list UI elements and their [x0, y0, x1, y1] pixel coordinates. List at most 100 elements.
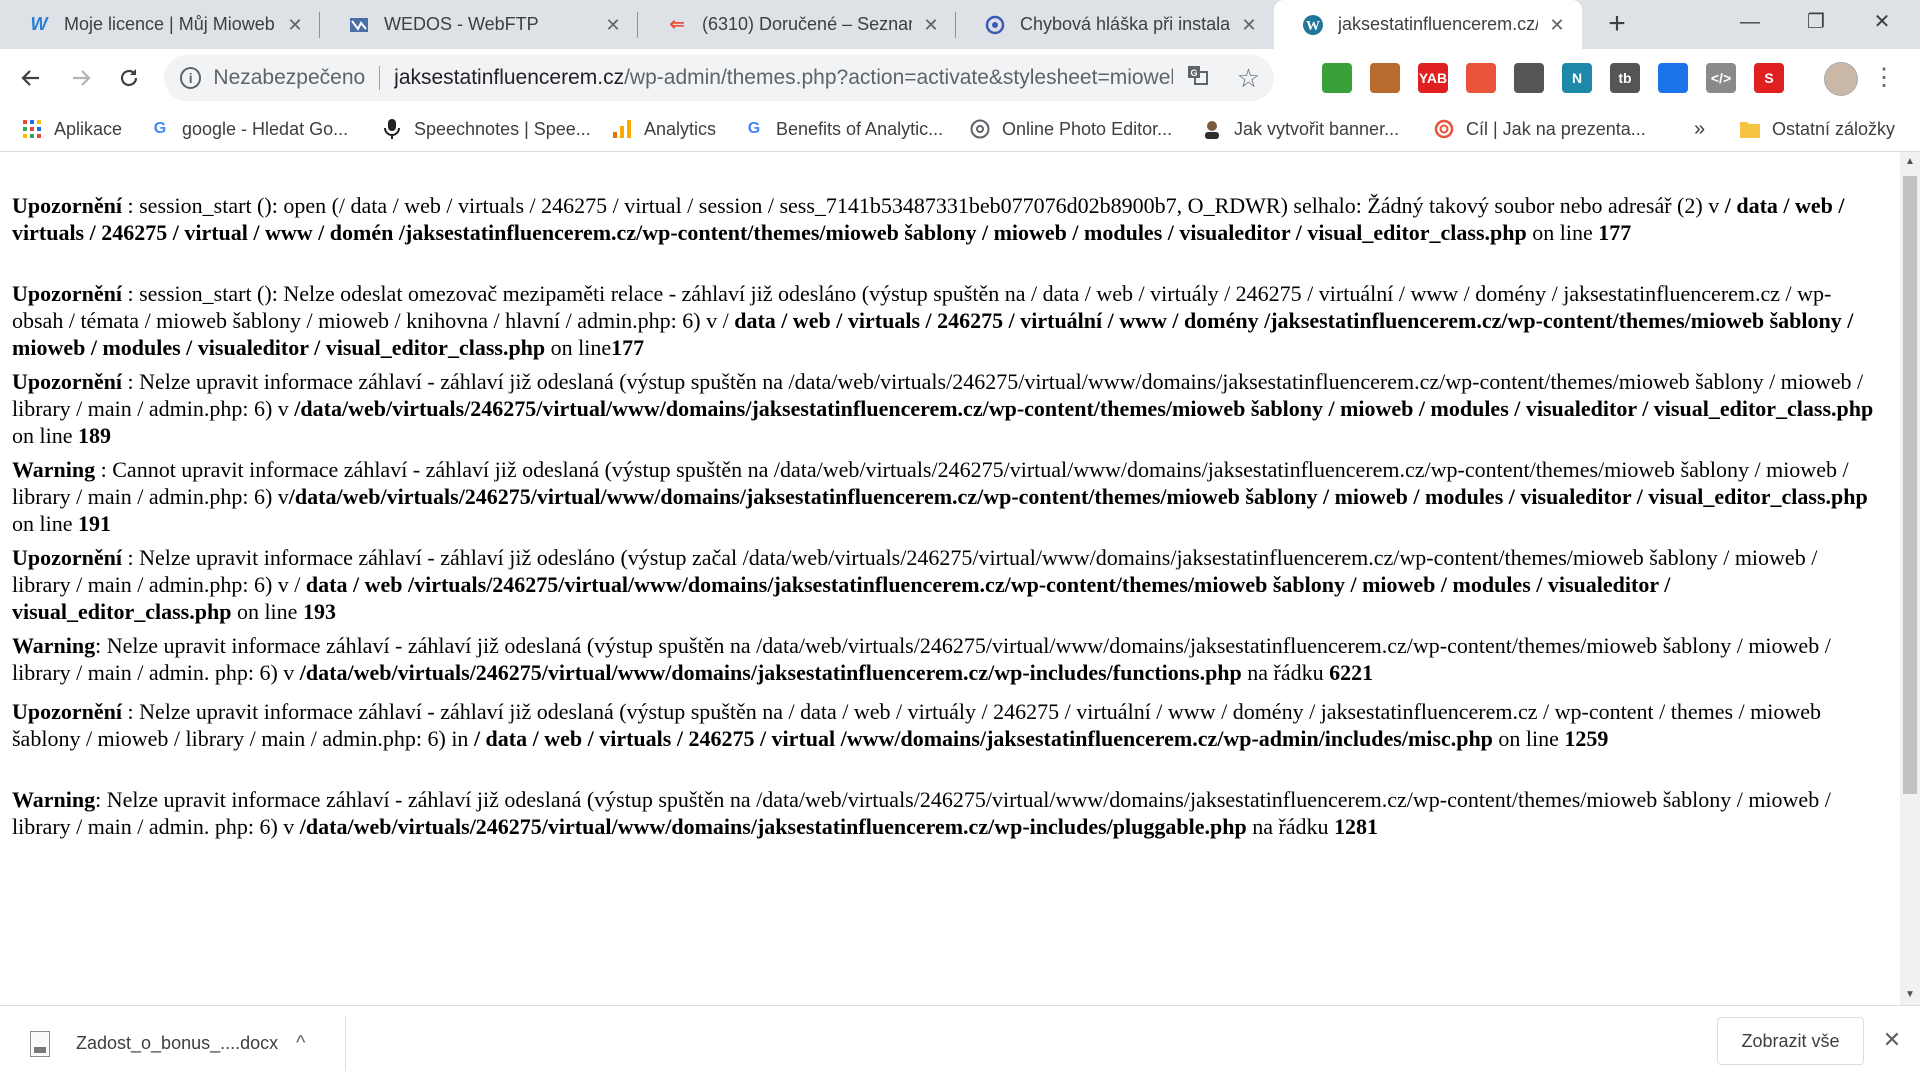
s-extension-icon[interactable]: S	[1754, 63, 1784, 93]
url-text[interactable]: jaksestatinfluencerem.cz/wp-admin/themes…	[394, 66, 1173, 90]
tab-strip: W Moje licence | Můj Mioweb ✕ WEDOS - We…	[0, 0, 1920, 49]
bookmark-star-icon[interactable]: ☆	[1237, 63, 1260, 94]
notice-bold-text: 1259	[1564, 726, 1609, 751]
notice-bold-text: 189	[78, 423, 111, 448]
new-tab-button[interactable]: +	[1600, 8, 1634, 42]
forum-icon	[984, 14, 1006, 36]
window-close-button[interactable]: ✕	[1852, 0, 1912, 44]
folder-icon	[1740, 119, 1760, 139]
translate-icon[interactable]: G	[1187, 64, 1209, 92]
tab-moje-licence[interactable]: W Moje licence | Můj Mioweb ✕	[0, 0, 320, 49]
bookmark-label: Speechnotes | Spee...	[414, 118, 591, 139]
svg-text:W: W	[1306, 19, 1320, 34]
notice-bold-text: 1281	[1334, 814, 1379, 839]
notice-text: na řádku	[1241, 660, 1330, 685]
php-notice: Upozornění : Nelze upravit informace záh…	[12, 544, 1880, 625]
menu-kebab-icon[interactable]: ⋮	[1872, 61, 1896, 95]
close-icon[interactable]: ✕	[1878, 1026, 1906, 1054]
bookmark-google[interactable]: G google - Hledat Go...	[150, 114, 348, 144]
mioweb-w-icon: W	[30, 14, 48, 34]
notice-text: : session_start (): open (/ data / web /…	[122, 193, 1725, 218]
bookmark-analytics[interactable]: Analytics	[612, 114, 716, 144]
notice-bold-text: /data/web/virtuals/246275/virtual/www/do…	[288, 484, 1868, 509]
forward-arrow-icon	[73, 70, 91, 86]
cookie-extension-icon[interactable]	[1370, 63, 1400, 93]
browser-toolbar: i Nezabezpečeno jaksestatinfluencerem.cz…	[0, 49, 1920, 107]
bookmark-other-folder[interactable]: Ostatní záložky	[1740, 114, 1895, 144]
back-button[interactable]	[12, 59, 50, 97]
notice-text: on line	[12, 511, 78, 536]
yab-extension-icon[interactable]: YAB	[1418, 63, 1448, 93]
person-avatar-icon	[1202, 119, 1222, 139]
php-notice: Warning: Nelze upravit informace záhlaví…	[12, 786, 1880, 840]
scrollbar-thumb[interactable]	[1903, 176, 1917, 794]
show-all-downloads-button[interactable]: Zobrazit vše	[1717, 1017, 1864, 1065]
close-icon[interactable]: ✕	[1546, 14, 1568, 36]
download-item[interactable]: Zadost_o_bonus_....docx ^	[0, 1016, 346, 1071]
bookmark-benefits-analytics[interactable]: G Benefits of Analytic...	[744, 114, 943, 144]
security-label: Nezabezpečeno	[213, 66, 366, 89]
tab-seznam-email[interactable]: ⇐ (6310) Doručené – Seznam ✕	[638, 0, 956, 49]
document-file-icon	[30, 1030, 50, 1057]
notice-bold-text: /data/web/virtuals/246275/virtual/www/do…	[299, 814, 1247, 839]
reload-icon	[120, 69, 138, 87]
n-extension-icon[interactable]: N	[1562, 63, 1592, 93]
notice-bold-text: 193	[302, 599, 336, 624]
notice-text: on line	[231, 599, 303, 624]
download-extension-icon[interactable]	[1658, 63, 1688, 93]
close-icon[interactable]: ✕	[1238, 14, 1260, 36]
bookmark-label: google - Hledat Go...	[182, 118, 349, 139]
back-arrow-icon	[21, 70, 39, 86]
notice-bold-text: 6221	[1329, 660, 1374, 685]
php-notice: Upozornění : session_start (): open (/ d…	[12, 192, 1880, 246]
php-notice: Upozornění : Nelze upravit informace záh…	[12, 368, 1880, 449]
microphone-icon	[382, 119, 402, 139]
tab-wedos-webftp[interactable]: WEDOS - WebFTP ✕	[320, 0, 638, 49]
downloads-bar: Zadost_o_bonus_....docx ^ Zobrazit vše ✕	[0, 1005, 1920, 1081]
notice-bold-text: Warning	[12, 457, 96, 482]
php-notice: Upozornění : Nelze upravit informace záh…	[12, 698, 1880, 752]
tools-extension-icon[interactable]	[1514, 63, 1544, 93]
bookmark-speechnotes[interactable]: Speechnotes | Spee...	[382, 114, 591, 144]
page-content: Upozornění : session_start (): open (/ d…	[0, 152, 1900, 1005]
apps-grid-icon	[22, 119, 42, 139]
bookmark-cil-prezentace[interactable]: Cíl | Jak na prezenta...	[1434, 114, 1646, 144]
tab-title: Moje licence | Můj Mioweb	[64, 14, 275, 34]
tb-extension-icon[interactable]: tb	[1610, 63, 1640, 93]
url-host: jaksestatinfluencerem.cz	[394, 66, 625, 89]
bookmark-label: Ostatní záložky	[1772, 118, 1896, 139]
tab-title: Chybová hláška při instalaci	[1020, 14, 1230, 34]
bookmark-photo-editor[interactable]: Online Photo Editor...	[970, 114, 1172, 144]
bookmarks-overflow-button[interactable]: »	[1694, 114, 1705, 144]
reload-button[interactable]	[110, 59, 148, 97]
spiral-extension-icon[interactable]	[1466, 63, 1496, 93]
restore-button[interactable]: ❐	[1786, 0, 1846, 44]
notice-text: on line	[1526, 220, 1599, 245]
bookmark-label: Aplikace	[54, 118, 123, 139]
minimize-button[interactable]: —	[1720, 0, 1780, 44]
vertical-scrollbar[interactable]: ▲ ▼	[1900, 152, 1920, 1005]
forward-button[interactable]	[62, 59, 100, 97]
php-notice: Upozornění : session_start (): Nelze ode…	[12, 280, 1880, 361]
profile-avatar[interactable]	[1824, 62, 1858, 96]
scroll-down-arrow-icon[interactable]: ▼	[1900, 985, 1920, 1005]
bookmark-aplikace[interactable]: Aplikace	[22, 114, 122, 144]
tab-chybova-hlaska[interactable]: Chybová hláška při instalaci ✕	[956, 0, 1274, 49]
notice-bold-text: Upozornění	[12, 369, 122, 394]
chevron-up-icon[interactable]: ^	[296, 1032, 305, 1055]
google-icon: G	[747, 120, 761, 137]
address-bar[interactable]: i Nezabezpečeno jaksestatinfluencerem.cz…	[164, 55, 1274, 101]
info-icon[interactable]: i	[180, 67, 202, 89]
close-icon[interactable]: ✕	[602, 14, 624, 36]
analytics-icon	[612, 119, 632, 139]
wedos-icon	[348, 14, 370, 36]
tab-jaksestatinfluencerem[interactable]: W jaksestatinfluencerem.cz/wp ✕	[1274, 0, 1582, 49]
close-icon[interactable]: ✕	[284, 14, 306, 36]
code-extension-icon[interactable]: </>	[1706, 63, 1736, 93]
close-icon[interactable]: ✕	[920, 14, 942, 36]
svg-text:G: G	[1190, 68, 1197, 78]
notice-text: on line	[1492, 726, 1565, 751]
bookmark-banner[interactable]: Jak vytvořit banner...	[1202, 114, 1399, 144]
evernote-extension-icon[interactable]	[1322, 63, 1352, 93]
scroll-up-arrow-icon[interactable]: ▲	[1900, 152, 1920, 172]
